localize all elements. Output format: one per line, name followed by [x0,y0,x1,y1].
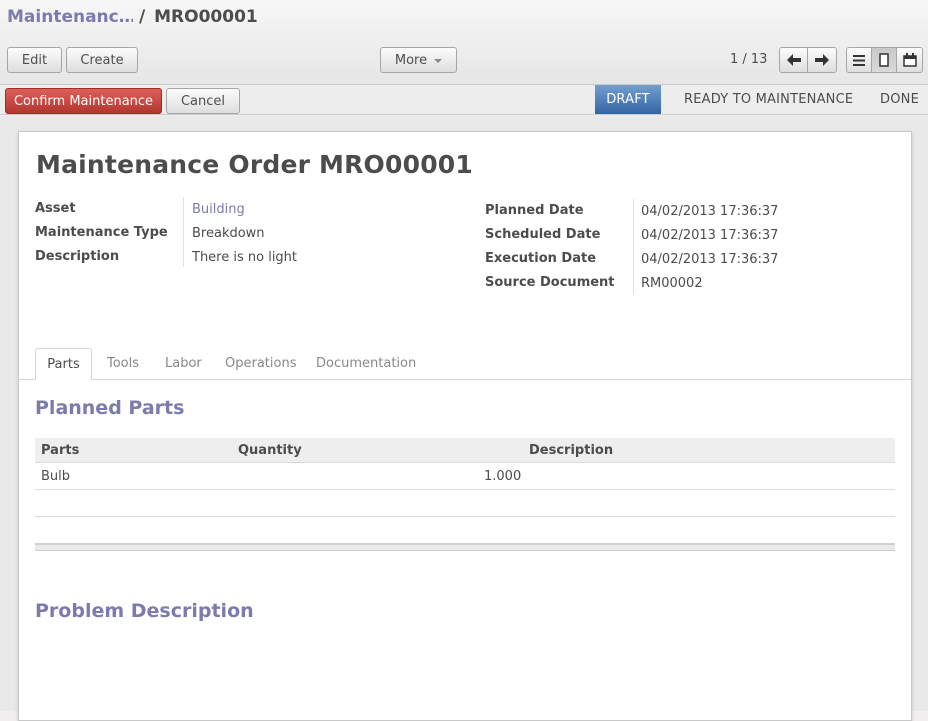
source-document-label: Source Document [485,275,615,290]
pager-buttons [779,47,837,73]
planned-parts-title: Planned Parts [35,397,185,419]
create-button-label: Create [80,52,124,68]
tab-operations[interactable]: Operations [225,356,296,371]
problem-description-title: Problem Description [35,600,254,622]
stage-draft-label: DRAFT [606,92,650,107]
stage-draft[interactable]: DRAFT [595,85,661,114]
form-sheet: Maintenance Order MRO00001 Asset Mainten… [18,131,912,721]
list-view-icon [853,54,865,66]
breadcrumb-separator: / [139,7,146,27]
more-button-label: More [394,52,428,68]
list-view-button[interactable] [847,48,872,72]
stage-ready-to-maintenance[interactable]: READY TO MAINTENANCE [684,85,853,114]
description-value: There is no light [192,250,298,265]
scheduled-date-value: 04/02/2013 17:36:37 [641,228,779,243]
edit-button[interactable]: Edit [7,47,62,73]
right-group-divider [633,199,634,295]
planned-date-label: Planned Date [485,203,584,218]
caret-down-icon [434,59,443,63]
tabs-underline [19,379,911,380]
planned-date-value: 04/02/2013 17:36:37 [641,204,779,219]
arrow-left-icon [786,54,801,66]
asset-link[interactable]: Building [192,202,245,217]
cell-quantity: 1.000 [484,469,522,484]
maintenance-type-value: Breakdown [192,226,265,241]
table-row-empty [35,490,895,517]
column-header-parts[interactable]: Parts [41,443,79,458]
cancel-button[interactable]: Cancel [166,88,240,114]
edit-button-label: Edit [21,52,48,68]
execution-date-value: 04/02/2013 17:36:37 [641,252,779,267]
statusbar: Confirm Maintenance Cancel DRAFT READY T… [0,84,928,115]
description-label: Description [35,249,120,264]
pager-value: 1 / 13 [730,52,768,67]
confirm-maintenance-button[interactable]: Confirm Maintenance [5,88,162,114]
stage-ready-label: READY TO MAINTENANCE [684,92,854,107]
form-title: Maintenance Order MRO00001 [36,150,473,179]
stage-done-label: DONE [880,92,919,107]
control-panel: Maintenanc… / MRO00001 Edit Create More 1… [0,0,928,84]
cell-part: Bulb [41,469,71,484]
cancel-button-label: Cancel [180,93,226,109]
confirm-maintenance-label: Confirm Maintenance [13,93,154,109]
table-row[interactable]: Bulb 1.000 [35,463,895,490]
calendar-view-button[interactable] [897,48,922,72]
stage-done[interactable]: DONE [880,85,919,114]
column-header-description[interactable]: Description [529,443,613,458]
source-document-value: RM00002 [641,276,703,291]
arrow-right-icon [815,54,829,66]
form-view-button[interactable] [872,48,897,72]
maintenance-type-label: Maintenance Type [35,225,168,240]
left-group-divider [183,197,184,267]
table-header: Parts Quantity Description [35,438,895,463]
form-view-icon [879,53,889,67]
breadcrumb-parent-link[interactable]: Maintenanc… [7,7,133,27]
tab-parts-label: Parts [47,356,80,372]
scheduled-date-label: Scheduled Date [485,227,601,242]
tab-parts[interactable]: Parts [35,348,92,380]
more-dropdown-button[interactable]: More [380,47,457,73]
execution-date-label: Execution Date [485,251,597,266]
column-header-quantity[interactable]: Quantity [238,443,302,458]
previous-record-button[interactable] [780,48,808,72]
table-footer [35,543,895,551]
view-switcher [846,47,923,73]
next-record-button[interactable] [808,48,836,72]
tab-labor[interactable]: Labor [165,356,202,371]
breadcrumb: Maintenanc… / MRO00001 [7,7,258,29]
tab-documentation[interactable]: Documentation [316,356,416,371]
create-button[interactable]: Create [66,47,138,73]
calendar-view-icon [902,53,917,67]
breadcrumb-current: MRO00001 [154,7,258,27]
tab-tools[interactable]: Tools [107,356,139,371]
asset-label: Asset [35,201,76,216]
